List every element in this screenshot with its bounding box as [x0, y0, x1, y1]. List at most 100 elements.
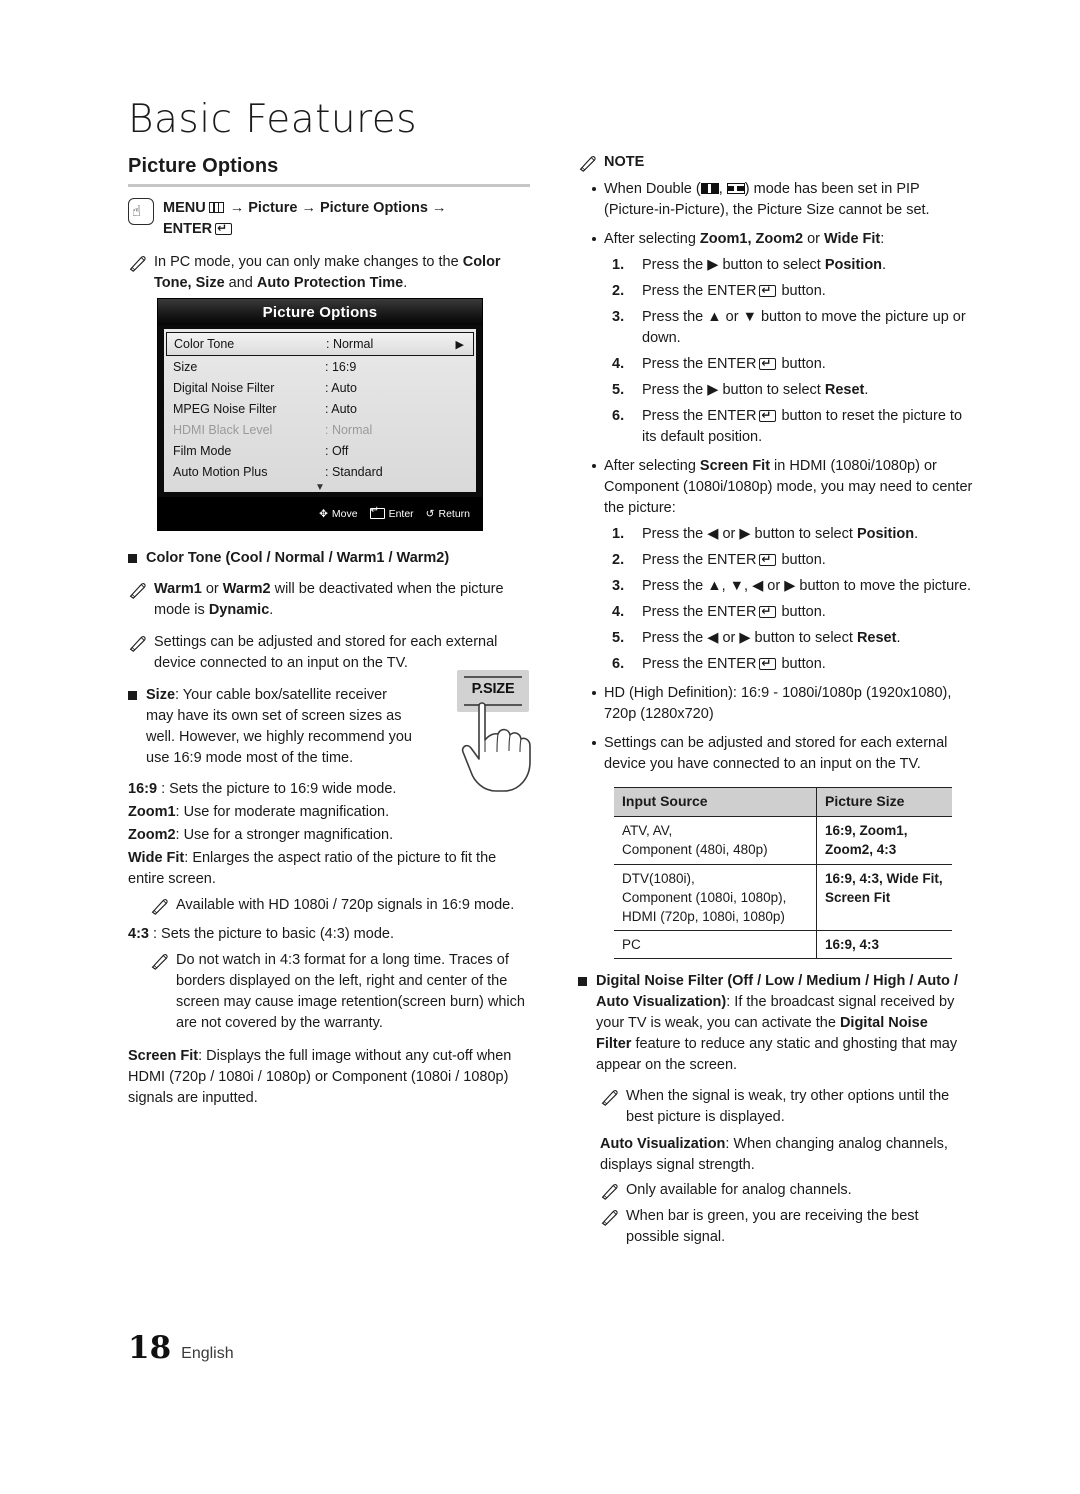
warm-note-bold1: Warm1: [154, 581, 202, 598]
widefit-note: Available with HD 1080i / 720p signals i…: [150, 895, 530, 916]
square-bullet-icon: [128, 691, 137, 701]
step-pre: Press the ◀ or ▶ button to select: [642, 526, 857, 543]
note-bullet-hd: HD (High Definition): 16:9 - 1080i/1080p…: [592, 683, 973, 725]
tv-osd-row-value: : Auto: [325, 401, 357, 416]
tv-osd-row-value: : 16:9: [325, 359, 357, 374]
warm-note-text: Warm1 or Warm2 will be deactivated when …: [154, 579, 530, 621]
tv-osd-move-hint: ✥ Move: [319, 508, 358, 520]
tv-osd-row-value: : Normal: [326, 337, 374, 351]
size-item-bold: Size: [146, 687, 176, 704]
digital-noise-filter-item: Digital Noise Filter (Off / Low / Medium…: [578, 971, 973, 1076]
page-chapter-title: Basic Features: [128, 97, 418, 142]
warm-note-part1: or: [201, 581, 223, 598]
table-header-picture-size: Picture Size: [816, 787, 952, 818]
step-number: 3.: [612, 578, 625, 595]
tv-osd-move-label: Move: [331, 507, 358, 520]
list-item: 5. Press the ▶ button to select Reset.: [612, 380, 973, 401]
note-bullet-zoom: After selecting Zoom1, Zoom2 or Wide Fit…: [592, 229, 973, 250]
size-mode-43-name: 4:3: [128, 926, 153, 943]
tv-osd-row-auto-motion-plus[interactable]: Auto Motion Plus : Standard: [164, 461, 476, 482]
tv-osd-return-hint: ↺ Return: [426, 508, 470, 520]
tv-osd-title: Picture Options: [158, 299, 482, 325]
dnf-part2: feature to reduce any static and ghostin…: [596, 1036, 958, 1074]
note-bullet-settings: Settings can be adjusted and stored for …: [592, 733, 973, 775]
size-mode-169-desc: : Sets the picture to 16:9 wide mode.: [161, 781, 397, 798]
square-bullet-icon: [578, 977, 587, 987]
note-43-warning-text: Do not watch in 4:3 format for a long ti…: [176, 952, 525, 1032]
bullet-dot-icon: [592, 464, 596, 469]
manual-page: Basic Features Picture Options ☝ MENU → …: [0, 0, 1080, 1494]
step-post: button.: [777, 356, 826, 373]
tv-osd-menu: Picture Options Color Tone : Normal ▶ Si…: [157, 298, 483, 531]
step-number: 2.: [612, 283, 625, 300]
pencil-icon: [600, 1209, 619, 1227]
step-pre: Press the ◀ or ▶ button to select: [642, 630, 857, 647]
list-item: 5. Press the ◀ or ▶ button to select Rese…: [612, 628, 973, 649]
step-post: .: [896, 630, 901, 647]
tv-osd-row-size[interactable]: Size : 16:9: [164, 356, 476, 377]
size-mode-169-name: 16:9: [128, 781, 162, 798]
input-source-picture-size-table: Input Source Picture Size ATV, AV, Compo…: [614, 787, 952, 960]
step-post: button.: [777, 283, 826, 300]
list-item: 6. Press the ENTER button.: [612, 654, 973, 675]
bullet-dot-icon: [592, 237, 596, 242]
square-bullet-icon: [128, 554, 137, 564]
list-item: 4. Press the ENTER button.: [612, 602, 973, 623]
pc-note-part3: .: [403, 275, 408, 292]
zoom-bullet-part1: After selecting: [604, 231, 700, 248]
tv-osd-row-color-tone[interactable]: Color Tone : Normal ▶: [166, 332, 474, 356]
tv-osd-row-label: Color Tone: [174, 337, 235, 351]
enter-icon: [759, 603, 777, 619]
section-title: Picture Options: [128, 155, 279, 177]
step-pre: Press the ENTER: [642, 408, 757, 425]
note-bullet-zoom-text: After selecting Zoom1, Zoom2 or Wide Fit…: [604, 229, 884, 250]
size-mode-zoom2-desc: : Use for a stronger magnification.: [175, 827, 394, 844]
tv-osd-row-value: : Off: [325, 443, 349, 458]
auto-vis-note-2: When bar is green, you are receiving the…: [600, 1206, 973, 1248]
pc-mode-note-text: In PC mode, you can only make changes to…: [154, 252, 530, 294]
step-text: Press the ◀ or ▶ button to select Reset.: [642, 628, 973, 649]
zoom-steps-list: 1. Press the ▶ button to select Position.…: [578, 255, 973, 448]
pc-mode-note: In PC mode, you can only make changes to…: [128, 252, 530, 294]
scroll-down-icon[interactable]: ▼: [164, 482, 476, 493]
menu-path-prefix: MENU: [163, 200, 206, 216]
screenfit-bullet-part1: After selecting: [604, 458, 700, 475]
table-cell-size: 16:9, Zoom1, Zoom2, 4:3: [825, 823, 908, 858]
menu-path-row: ☝ MENU → Picture → Picture Options → ENT…: [128, 197, 530, 239]
enter-icon: [759, 282, 777, 298]
pencil-icon: [150, 953, 169, 971]
pencil-icon: [128, 582, 147, 600]
step-pre: Press the ▶ button to select: [642, 257, 825, 274]
double-pip-part2: ,: [718, 181, 727, 198]
note-bullet-double-pip-text: When Double (, ) mode has been set in PI…: [604, 179, 973, 221]
step-number: 5.: [612, 630, 625, 647]
warm-note-bold2: Warm2: [222, 581, 271, 598]
auto-vis-note-1: Only available for analog channels.: [600, 1180, 973, 1201]
color-tone-heading: Color Tone (Cool / Normal / Warm1 / Warm…: [146, 550, 450, 567]
pc-note-part2: and: [224, 275, 257, 292]
note-bullet-double-pip: When Double (, ) mode has been set in PI…: [592, 179, 973, 221]
step-text: Press the ◀ or ▶ button to select Positi…: [642, 524, 973, 545]
table-cell-source: DTV(1080i), Component (1080i, 1080p), HD…: [614, 863, 817, 931]
tv-osd-enter-label: Enter: [388, 507, 414, 520]
pencil-icon: [600, 1183, 619, 1201]
table-row: ATV, AV, Component (480i, 480p) 16:9, Zo…: [614, 816, 952, 865]
dnf-weak-signal-note-text: When the signal is weak, try other optio…: [626, 1088, 950, 1126]
digital-noise-filter-text: Digital Noise Filter (Off / Low / Medium…: [596, 971, 960, 1076]
size-mode-zoom2: Zoom2: Use for a stronger magnification.: [128, 825, 530, 846]
pencil-icon: [128, 635, 147, 653]
tv-osd-row-digital-noise-filter[interactable]: Digital Noise Filter : Auto: [164, 377, 476, 398]
tv-osd-row-film-mode[interactable]: Film Mode : Off: [164, 440, 476, 461]
return-arrow-icon: ↺: [425, 507, 435, 520]
size-mode-zoom1-name: Zoom1: [128, 804, 176, 821]
size-mode-43: 4:3 : Sets the picture to basic (4:3) mo…: [128, 924, 530, 945]
list-item: 1. Press the ▶ button to select Position.: [612, 255, 973, 276]
enter-icon: [215, 220, 233, 236]
pointing-hand-icon: [461, 702, 531, 792]
note-bullet-hd-text: HD (High Definition): 16:9 - 1080i/1080p…: [604, 685, 952, 723]
tv-osd-row-value: : Standard: [325, 464, 383, 479]
tv-osd-row-mpeg-noise-filter[interactable]: MPEG Noise Filter : Auto: [164, 398, 476, 419]
step-pre: Press the ENTER: [642, 552, 757, 569]
step-pre: Press the ENTER: [642, 604, 757, 621]
step-post: button.: [777, 656, 826, 673]
